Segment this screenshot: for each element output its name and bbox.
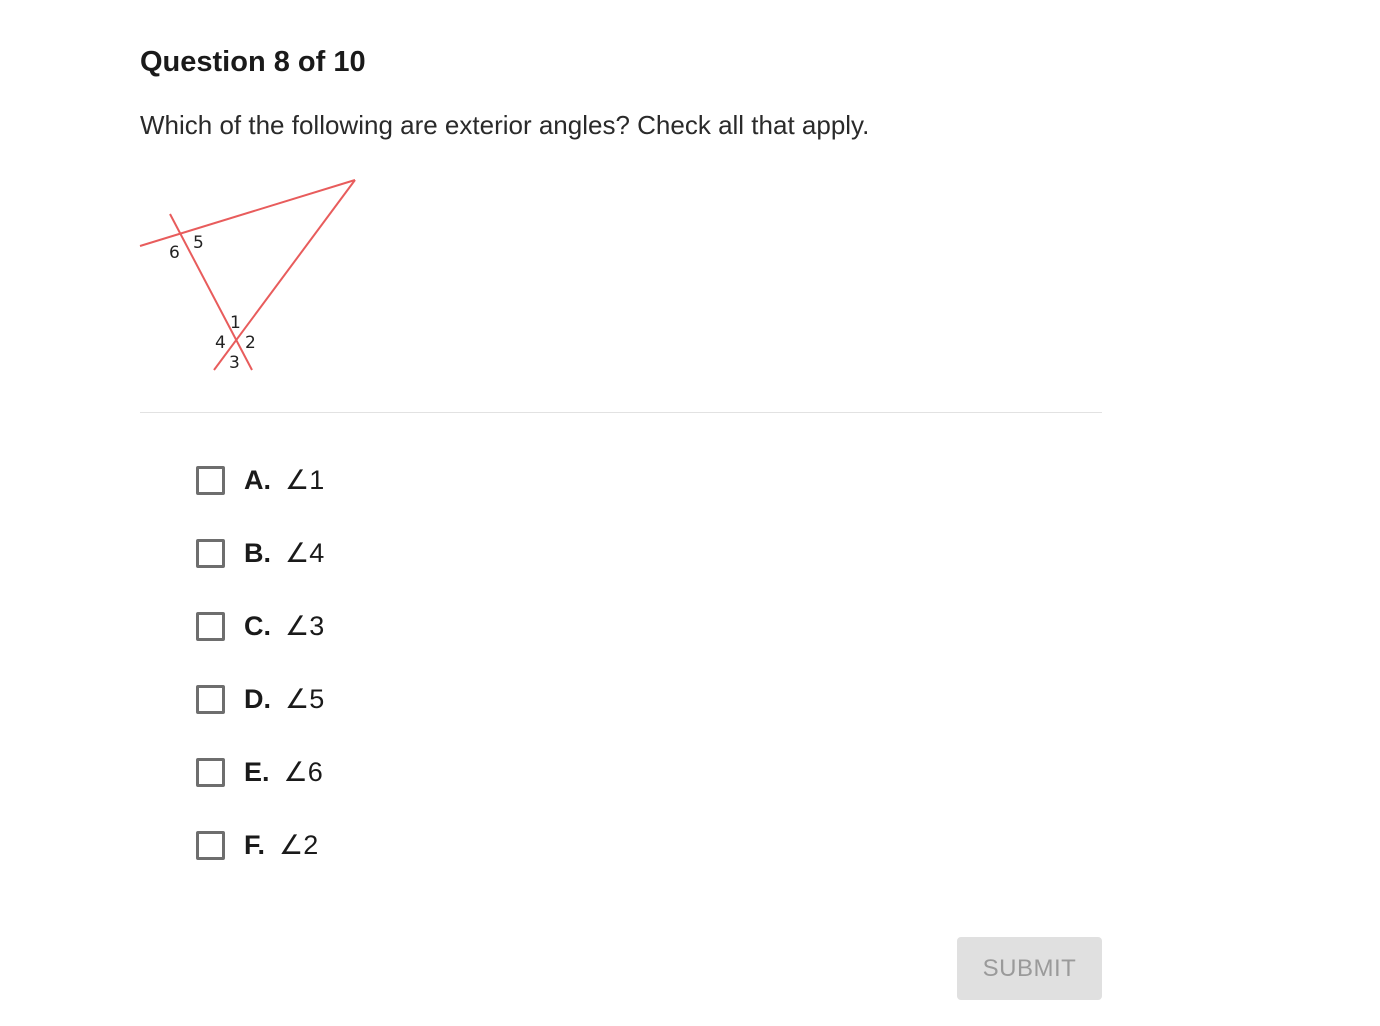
option-text: ∠6	[283, 756, 323, 787]
checkbox-e[interactable]	[196, 757, 225, 787]
option-text: ∠5	[285, 683, 325, 714]
option-f[interactable]: F. ∠2	[196, 821, 324, 869]
angle-label-1: 1	[230, 313, 241, 333]
option-text: ∠1	[285, 464, 325, 495]
option-letter: F.	[244, 829, 266, 860]
answer-options: A. ∠1 B. ∠4 C. ∠3 D. ∠5 E. ∠6 F. ∠2	[196, 456, 324, 894]
option-letter: A.	[244, 464, 271, 495]
angle-label-4: 4	[215, 333, 226, 353]
checkbox-b[interactable]	[196, 538, 225, 568]
section-divider	[140, 412, 1102, 413]
angle-label-3: 3	[229, 353, 240, 373]
checkbox-f[interactable]	[196, 830, 225, 860]
option-letter: C.	[244, 610, 271, 641]
triangle-diagram: 6 5 1 4 2 3	[139, 179, 356, 373]
angle-label-6: 6	[169, 243, 180, 263]
question-prompt: Which of the following are exterior angl…	[140, 110, 870, 140]
triangle-figure: 6 5 1 4 2 3	[138, 170, 368, 380]
option-d[interactable]: D. ∠5	[196, 675, 324, 723]
submit-button[interactable]: SUBMIT	[957, 937, 1102, 1000]
option-c[interactable]: C. ∠3	[196, 602, 324, 650]
option-text: ∠3	[285, 610, 325, 641]
question-header: Question 8 of 10	[140, 46, 366, 78]
line-right	[213, 179, 356, 371]
option-letter: D.	[244, 683, 271, 714]
line-top	[139, 179, 356, 247]
option-letter: B.	[244, 537, 271, 568]
angle-label-2: 2	[245, 333, 256, 353]
option-b[interactable]: B. ∠4	[196, 529, 324, 577]
checkbox-c[interactable]	[196, 611, 225, 641]
line-left	[169, 213, 253, 371]
angle-label-5: 5	[193, 233, 204, 253]
option-e[interactable]: E. ∠6	[196, 748, 324, 796]
checkbox-a[interactable]	[196, 465, 225, 495]
option-text: ∠4	[285, 537, 325, 568]
option-letter: E.	[244, 756, 270, 787]
option-text: ∠2	[279, 829, 319, 860]
option-a[interactable]: A. ∠1	[196, 456, 324, 504]
quiz-page: Question 8 of 10 Which of the following …	[0, 0, 1380, 1026]
checkbox-d[interactable]	[196, 684, 225, 714]
